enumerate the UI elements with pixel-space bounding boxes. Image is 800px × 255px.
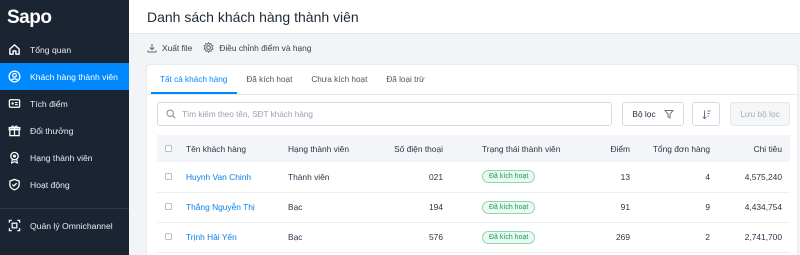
gift-icon — [7, 124, 21, 138]
gear-icon — [203, 42, 214, 53]
user-circle-icon — [7, 70, 21, 84]
search-input[interactable]: Tìm kiếm theo tên, SĐT khách hàng — [157, 102, 612, 126]
logo-text: Sapo — [7, 7, 52, 28]
header-phone[interactable]: Số điện thoại — [378, 135, 448, 162]
tab-all-customers[interactable]: Tất cả khách hàng — [151, 75, 238, 94]
sidebar-item-label: Tổng quan — [30, 44, 72, 55]
page-header: Danh sách khách hàng thành viên — [129, 0, 800, 34]
table-header-row: Tên khách hàng Hạng thành viên Số điện t… — [157, 135, 790, 162]
row-checkbox[interactable] — [165, 233, 172, 240]
customer-name-cell: Thắng Nguyễn Thị — [184, 192, 288, 223]
header-name[interactable]: Tên khách hàng — [184, 135, 288, 162]
points-cell: 269 — [574, 222, 630, 253]
row-checkbox[interactable] — [165, 172, 172, 180]
filter-button[interactable]: Bộ lọc — [622, 102, 684, 126]
header-spend[interactable]: Chi tiêu — [710, 135, 790, 162]
sort-icon — [701, 110, 710, 119]
customer-list-card: Tất cả khách hàng Đã kích hoạt Chưa kích… — [147, 65, 797, 255]
search-placeholder: Tìm kiếm theo tên, SĐT khách hàng — [182, 109, 313, 119]
customer-name-link[interactable]: Huynh Van Chinh — [186, 172, 251, 182]
sidebar-item-ranks[interactable]: Hạng thành viên — [0, 144, 129, 171]
sort-button[interactable] — [692, 102, 720, 126]
sidebar-item-label: Hoạt động — [30, 179, 70, 190]
search-icon — [166, 109, 176, 119]
sidebar-item-rewards[interactable]: Đổi thưởng — [0, 117, 129, 144]
status-badge: Đã kích hoạt — [482, 230, 536, 244]
status-cell: Đã kích hoạt — [448, 192, 574, 223]
points-cell: 91 — [574, 192, 630, 223]
header-rank[interactable]: Hạng thành viên — [288, 135, 378, 162]
home-icon — [7, 43, 21, 57]
row-checkbox-cell — [157, 192, 184, 223]
orders-cell: 9 — [630, 192, 710, 223]
customer-name-cell: Huynh Van Chinh — [184, 162, 288, 193]
spend-cell: 2,741,700 — [710, 222, 790, 253]
sidebar-item-activity[interactable]: Hoạt động — [0, 171, 129, 198]
rank-cell: Thành viên — [288, 162, 378, 193]
rank-cell: Bạc — [288, 222, 378, 253]
status-cell: Đã kích hoạt — [448, 162, 574, 193]
customer-name-cell: Trịnh Hải Yến — [184, 222, 288, 253]
header-orders[interactable]: Tổng đơn hàng — [630, 135, 710, 162]
status-cell: Đã kích hoạt — [448, 222, 574, 253]
card-icon — [7, 97, 21, 111]
customer-table: Tên khách hàng Hạng thành viên Số điện t… — [157, 135, 790, 253]
row-checkbox[interactable] — [165, 203, 172, 210]
funnel-icon — [663, 110, 674, 119]
action-bar: Xuất file Điều chỉnh điểm và hạng — [129, 34, 800, 61]
sapo-logo[interactable]: Sapo — [0, 0, 129, 36]
spend-cell: 4,434,754 — [710, 192, 790, 223]
tab-excluded[interactable]: Đã loại trừ — [377, 75, 434, 94]
medal-icon — [7, 151, 21, 165]
filter-label: Bộ lọc — [632, 109, 656, 119]
tab-activated[interactable]: Đã kích hoạt — [237, 75, 302, 94]
phone-cell: 021 — [378, 162, 448, 193]
spend-cell: 4,575,240 — [710, 162, 790, 193]
export-file-button[interactable]: Xuất file — [147, 43, 192, 53]
status-badge: Đã kích hoạt — [482, 200, 536, 214]
sidebar: Sapo Tổng quan Khách hàng thành viên Tíc… — [0, 0, 129, 255]
sidebar-item-label: Quản lý Omnichannel — [30, 220, 113, 231]
page-title: Danh sách khách hàng thành viên — [147, 8, 359, 25]
status-badge: Đã kích hoạt — [482, 170, 536, 184]
filter-row: Tìm kiếm theo tên, SĐT khách hàng Bộ lọc… — [147, 95, 797, 130]
sidebar-item-overview[interactable]: Tổng quan — [0, 36, 129, 63]
main-content: Danh sách khách hàng thành viên Xuất fil… — [129, 0, 800, 255]
sidebar-item-label: Tích điểm — [30, 98, 68, 109]
sidebar-item-members[interactable]: Khách hàng thành viên — [0, 63, 129, 90]
sidebar-item-omnichannel[interactable]: Quản lý Omnichannel — [0, 212, 129, 239]
table-row[interactable]: Trịnh Hải Yến Bạc 576 Đã kích hoạt 269 2… — [157, 222, 790, 253]
save-filter-button: Lưu bộ lọc — [730, 102, 790, 126]
phone-cell: 194 — [378, 192, 448, 223]
header-points[interactable]: Điểm — [574, 135, 630, 162]
orders-cell: 2 — [630, 222, 710, 253]
customer-name-link[interactable]: Trịnh Hải Yến — [186, 232, 237, 242]
adjust-points-rank-label: Điều chỉnh điểm và hạng — [219, 42, 312, 53]
phone-cell: 576 — [378, 222, 448, 253]
filter-tabs: Tất cả khách hàng Đã kích hoạt Chưa kích… — [147, 65, 797, 95]
adjust-points-rank-button[interactable]: Điều chỉnh điểm và hạng — [203, 42, 311, 53]
row-checkbox-cell — [157, 162, 184, 193]
tab-not-activated[interactable]: Chưa kích hoạt — [302, 75, 377, 94]
header-status[interactable]: Trạng thái thành viên — [448, 135, 574, 162]
table-row[interactable]: Huynh Van Chinh Thành viên 021 Đã kích h… — [157, 162, 790, 193]
select-all-checkbox[interactable] — [165, 144, 172, 152]
sidebar-divider — [0, 208, 129, 209]
download-icon — [147, 43, 157, 52]
sidebar-item-label: Hạng thành viên — [30, 152, 93, 163]
sidebar-item-points[interactable]: Tích điểm — [0, 90, 129, 117]
sidebar-item-label: Đổi thưởng — [30, 125, 74, 136]
sidebar-item-label: Khách hàng thành viên — [30, 71, 118, 82]
customer-name-link[interactable]: Thắng Nguyễn Thị — [186, 202, 255, 212]
orders-cell: 4 — [630, 162, 710, 193]
row-checkbox-cell — [157, 222, 184, 253]
points-cell: 13 — [574, 162, 630, 193]
table-row[interactable]: Thắng Nguyễn Thị Bạc 194 Đã kích hoạt 91… — [157, 192, 790, 223]
omnichannel-icon — [7, 219, 21, 233]
rank-cell: Bạc — [288, 192, 378, 223]
header-checkbox-cell — [157, 135, 184, 162]
shield-icon — [7, 178, 21, 192]
export-file-label: Xuất file — [162, 42, 193, 53]
